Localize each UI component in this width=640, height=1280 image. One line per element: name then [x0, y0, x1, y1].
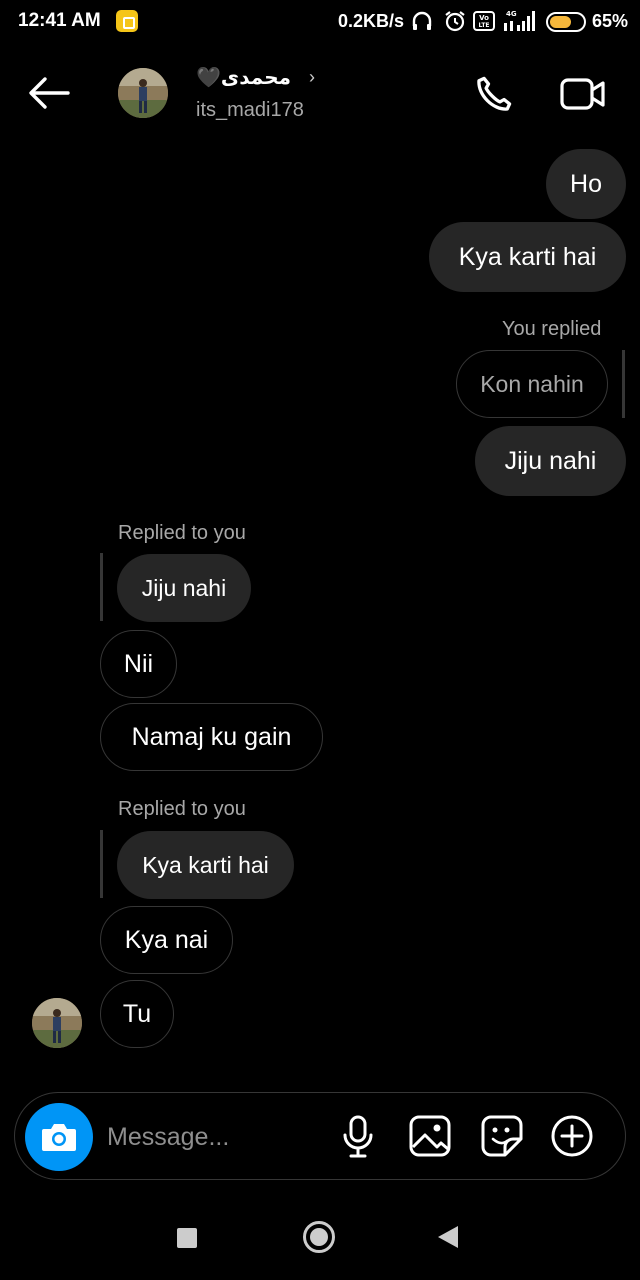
- sent-message[interactable]: Ho: [546, 149, 626, 219]
- sent-message[interactable]: Kya karti hai: [429, 222, 626, 292]
- status-time: 12:41 AM: [18, 10, 101, 31]
- svg-text:4G: 4G: [506, 10, 517, 18]
- received-message[interactable]: Tu: [100, 980, 174, 1048]
- svg-text:LTE: LTE: [478, 22, 489, 29]
- battery-percent: 65%: [592, 11, 629, 31]
- message-input[interactable]: [107, 1117, 327, 1157]
- received-message[interactable]: Namaj ku gain: [100, 703, 323, 771]
- message-text: Kya karti hai: [458, 242, 597, 271]
- received-message[interactable]: Kya nai: [100, 906, 233, 974]
- message-text: Namaj ku gain: [131, 722, 292, 751]
- chat-header: محمدی🖤 › its_madi178: [0, 56, 640, 136]
- home-icon[interactable]: [303, 1221, 335, 1253]
- avatar[interactable]: [118, 68, 168, 118]
- network-speed: 0.2KB/s: [338, 11, 405, 31]
- quoted-message[interactable]: Kya karti hai: [117, 831, 294, 899]
- phone-call-icon[interactable]: [472, 72, 516, 116]
- alarm-icon: [445, 11, 465, 32]
- microphone-icon[interactable]: [341, 1115, 375, 1159]
- message-text: Nii: [123, 649, 154, 678]
- quoted-text: Kon nahin: [480, 370, 584, 397]
- avatar[interactable]: [32, 998, 82, 1048]
- recents-icon[interactable]: [177, 1228, 197, 1248]
- quoted-text: Jiju nahi: [141, 574, 227, 601]
- system-nav-bar: [0, 1196, 640, 1280]
- camera-button[interactable]: [25, 1103, 93, 1171]
- contact-name: محمدی🖤: [196, 66, 291, 89]
- volte-icon: Vo LTE: [473, 11, 495, 31]
- camera-icon: [42, 1124, 76, 1151]
- message-text: Ho: [570, 169, 602, 198]
- quoted-message[interactable]: Kon nahin: [456, 350, 608, 418]
- reply-bar: [100, 553, 103, 621]
- contact-name-row[interactable]: محمدی🖤 ›: [196, 64, 315, 90]
- back-arrow-icon[interactable]: [28, 76, 70, 110]
- sent-message[interactable]: Jiju nahi: [475, 426, 626, 496]
- gallery-icon[interactable]: [409, 1115, 451, 1157]
- quoted-text: Kya karti hai: [142, 851, 269, 878]
- message-text: Tu: [122, 999, 152, 1028]
- reply-bar: [100, 830, 103, 898]
- signal-icon: 4G: [504, 10, 535, 31]
- reply-label: Replied to you: [118, 522, 246, 544]
- sticker-icon[interactable]: [481, 1115, 523, 1157]
- quoted-message[interactable]: Jiju nahi: [117, 554, 251, 622]
- reply-bar: [622, 350, 625, 418]
- battery-icon: [546, 12, 586, 32]
- status-bar: 12:41 AM 0.2KB/s Vo LTE 4G 65%: [0, 0, 640, 44]
- received-message[interactable]: Nii: [100, 630, 177, 698]
- contact-username[interactable]: its_madi178: [196, 99, 304, 122]
- notification-icon: [116, 10, 138, 32]
- video-call-icon[interactable]: [560, 76, 606, 112]
- headphones-icon: [412, 11, 432, 30]
- message-text: Jiju nahi: [504, 446, 597, 475]
- message-text: Kya nai: [124, 925, 209, 954]
- reply-label: Replied to you: [118, 798, 246, 820]
- message-composer: [14, 1092, 626, 1180]
- back-icon[interactable]: [438, 1226, 458, 1248]
- plus-icon[interactable]: [551, 1115, 593, 1157]
- svg-text:Vo: Vo: [479, 14, 489, 22]
- reply-label: You replied: [502, 318, 602, 340]
- chevron-right-icon: ›: [309, 66, 315, 87]
